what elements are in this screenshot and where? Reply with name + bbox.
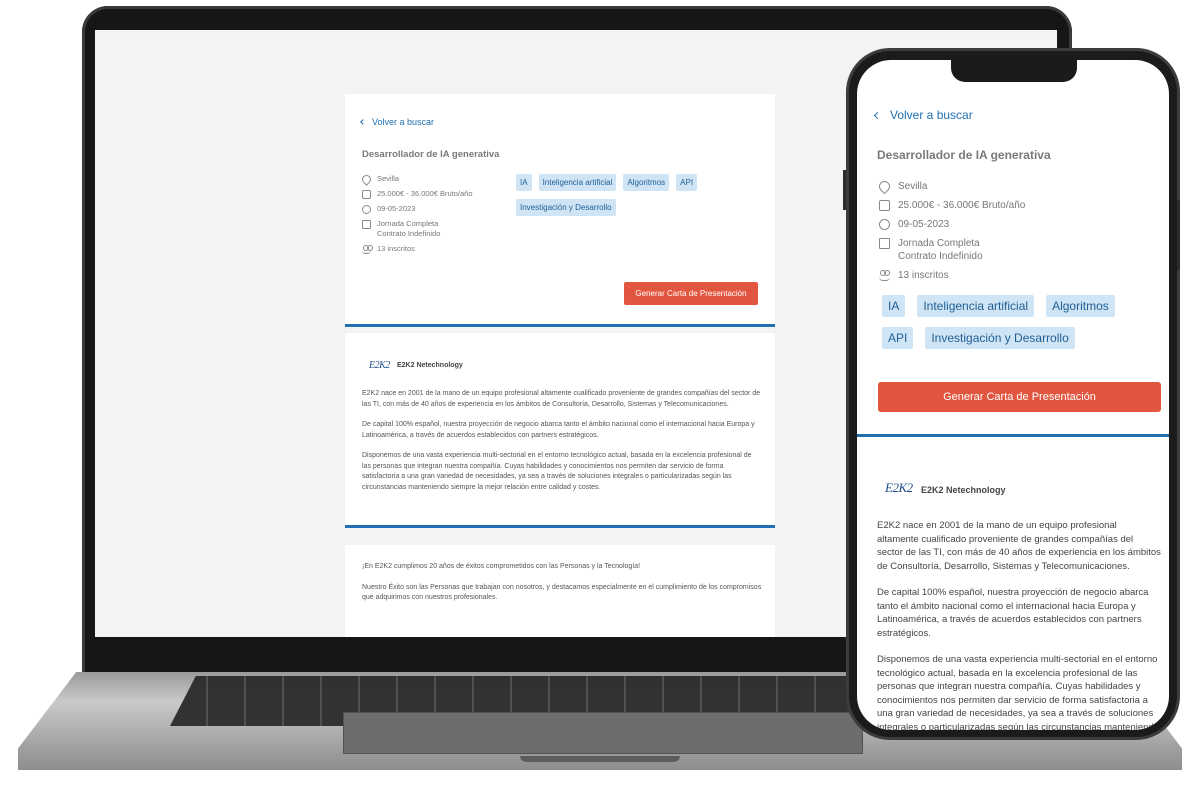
users-icon (879, 270, 890, 281)
job-title: Desarrollador de IA generativa (877, 148, 1051, 162)
contract-row: Jornada Completa Contrato Indefinido (879, 237, 1149, 263)
back-link[interactable]: Volver a buscar (360, 117, 435, 127)
job-meta: Sevilla 25.000€ - 36.000€ Bruto/año 09-0… (360, 173, 512, 259)
company-description: E2K2 nace en 2001 de la mano de un equip… (362, 389, 762, 503)
location-pin-icon (360, 173, 373, 186)
tag[interactable]: Algoritmos (1046, 295, 1115, 317)
phone-side-button (843, 170, 846, 210)
location-pin-icon (876, 178, 893, 195)
paragraph: Nuestro Éxito son las Personas que traba… (362, 583, 762, 602)
skill-tags: IA Inteligencia artificial Algoritmos AP… (516, 174, 756, 224)
extra-description: ¡En E2K2 cumplimos 20 años de éxitos com… (362, 562, 762, 614)
money-icon (879, 200, 890, 211)
paragraph: Disponemos de una vasta experiencia mult… (877, 654, 1159, 730)
paragraph: E2K2 nace en 2001 de la mano de un equip… (877, 520, 1161, 572)
tag[interactable]: API (676, 174, 698, 191)
job-card: Volver a buscar Desarrollador de IA gene… (857, 60, 1169, 437)
back-link-label: Volver a buscar (890, 108, 973, 122)
document-icon (362, 220, 371, 229)
tag[interactable]: Inteligencia artificial (917, 295, 1035, 317)
skill-tags: IA Inteligencia artificial Algoritmos AP… (882, 295, 1152, 359)
tag[interactable]: Inteligencia artificial (538, 174, 617, 191)
salary-row: 25.000€ - 36.000€ Bruto/año (362, 189, 512, 199)
company-name: E2K2 Netechnology (921, 485, 1006, 495)
laptop-trackpad (343, 712, 863, 754)
paragraph: De capital 100% español, nuestra proyecc… (877, 587, 1149, 639)
date-row: 09-05-2023 (879, 218, 1149, 231)
tag[interactable]: API (882, 327, 914, 349)
location-row: Sevilla (876, 178, 1149, 195)
contract-row: Jornada Completa Contrato Indefinido (362, 219, 512, 239)
clock-icon (879, 219, 890, 230)
document-icon (879, 238, 890, 249)
laptop-base-notch (520, 756, 680, 762)
money-icon (362, 190, 371, 199)
chevron-left-icon (873, 111, 882, 119)
back-link[interactable]: Volver a buscar (873, 108, 973, 122)
paragraph: ¡En E2K2 cumplimos 20 años de éxitos com… (362, 563, 641, 570)
company-logo: E2K2 (369, 360, 390, 371)
paragraph: De capital 100% español, nuestra proyecc… (362, 421, 755, 439)
phone-side-button (1177, 200, 1180, 270)
company-description: E2K2 nace en 2001 de la mano de un equip… (877, 519, 1161, 730)
phone-screen: Volver a buscar Desarrollador de IA gene… (857, 60, 1169, 730)
job-card: Volver a buscar Desarrollador de IA gene… (345, 94, 775, 327)
date-row: 09-05-2023 (362, 204, 512, 214)
generate-cover-letter-button[interactable]: Generar Carta de Presentación (624, 282, 758, 305)
paragraph: Disponemos de una vasta experiencia mult… (362, 452, 752, 491)
back-link-label: Volver a buscar (372, 117, 435, 127)
users-icon (362, 245, 373, 254)
company-card: E2K2 E2K2 Netechnology E2K2 nace en 2001… (345, 333, 775, 528)
company-name: E2K2 Netechnology (397, 362, 463, 369)
phone-notch (951, 58, 1077, 82)
job-meta: Sevilla 25.000€ - 36.000€ Bruto/año 09-0… (876, 178, 1149, 288)
job-title: Desarrollador de IA generativa (362, 149, 500, 160)
company-logo: E2K2 (885, 480, 913, 495)
tag[interactable]: Algoritmos (623, 174, 670, 191)
chevron-left-icon (360, 119, 366, 125)
tag[interactable]: IA (882, 295, 906, 317)
paragraph: E2K2 nace en 2001 de la mano de un equip… (362, 390, 761, 408)
tag[interactable]: IA (516, 174, 532, 191)
applicants-row: 13 inscritos (362, 244, 512, 254)
generate-cover-letter-button[interactable]: Generar Carta de Presentación (878, 382, 1161, 412)
salary-row: 25.000€ - 36.000€ Bruto/año (879, 199, 1149, 212)
applicants-row: 13 inscritos (879, 269, 1149, 282)
tag[interactable]: Investigación y Desarrollo (516, 199, 616, 216)
tag[interactable]: Investigación y Desarrollo (925, 327, 1075, 349)
clock-icon (362, 205, 371, 214)
location-row: Sevilla (360, 173, 512, 186)
extra-info-card: ¡En E2K2 cumplimos 20 años de éxitos com… (345, 545, 775, 637)
